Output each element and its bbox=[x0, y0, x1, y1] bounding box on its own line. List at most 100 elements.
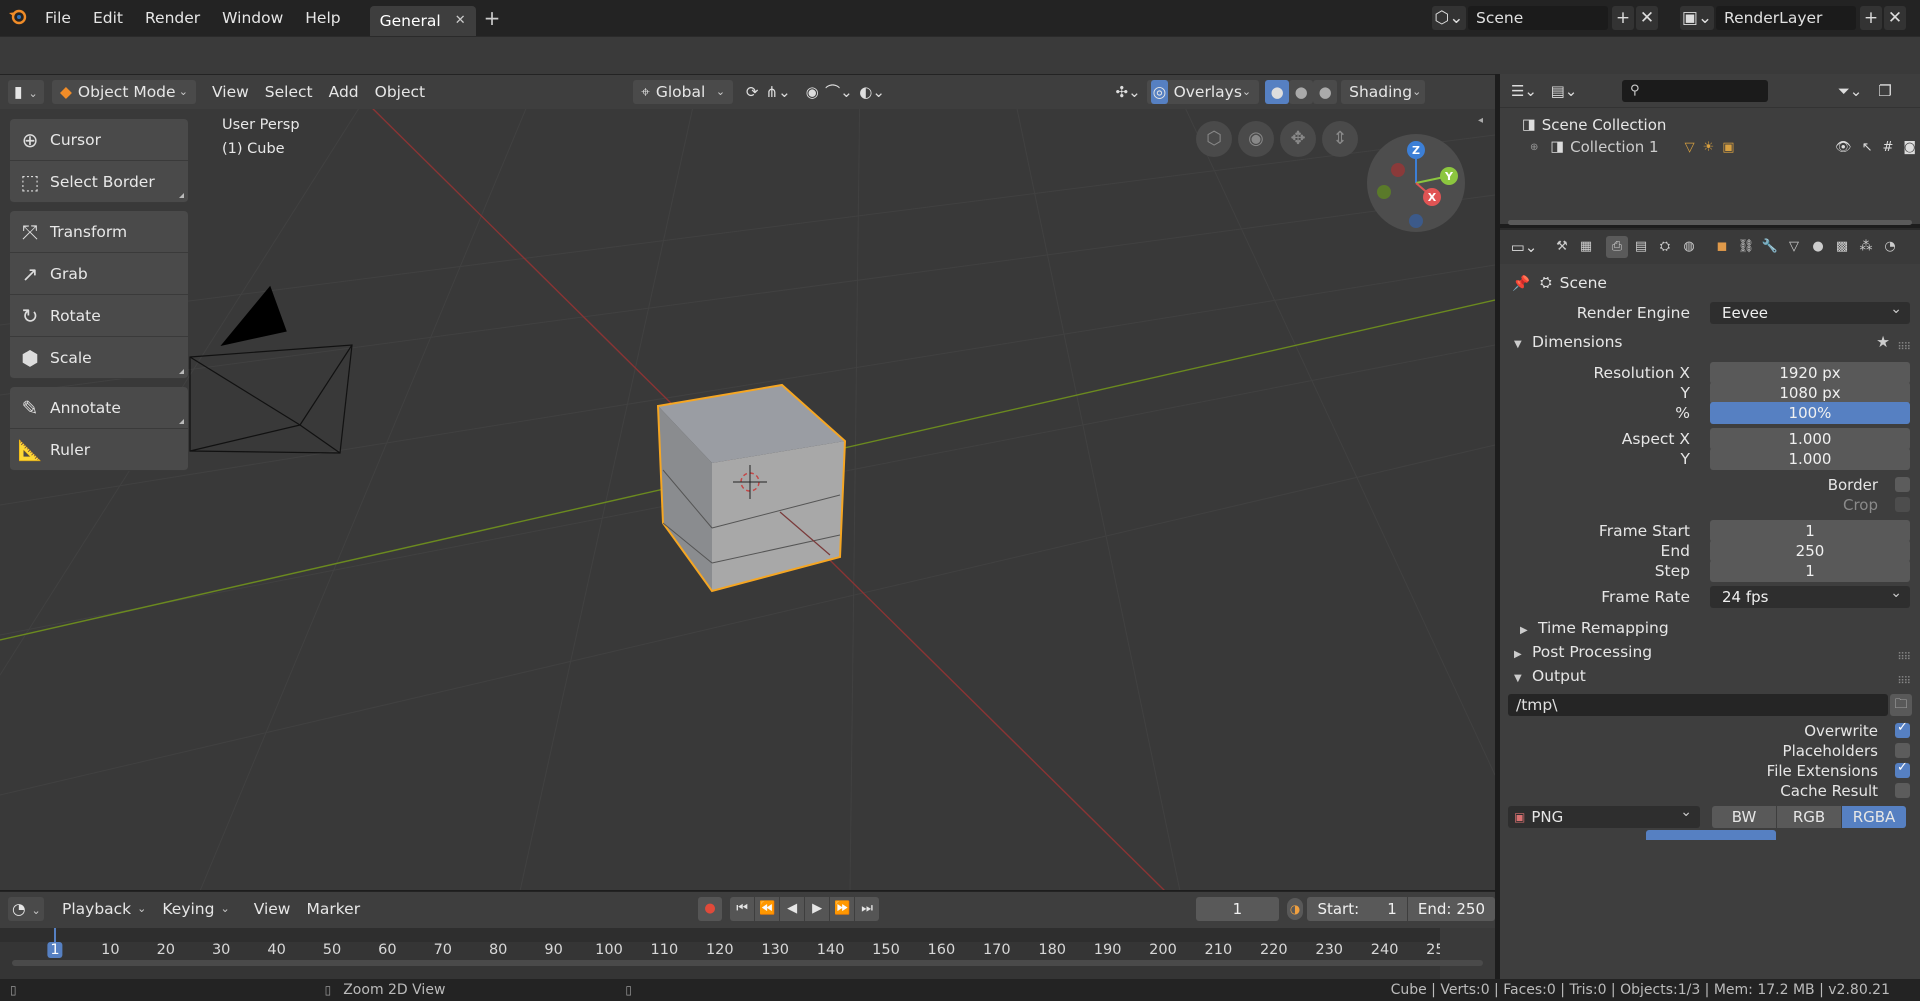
gizmo-toggle-icon[interactable]: ✣⌄ bbox=[1115, 80, 1141, 104]
add-workspace-icon[interactable]: + bbox=[484, 6, 501, 30]
data-tab-icon[interactable]: ▽ bbox=[1783, 236, 1805, 258]
output-tab-icon[interactable]: ⎙ bbox=[1606, 236, 1628, 258]
color-mode-bw[interactable]: BW bbox=[1712, 806, 1776, 828]
tool-annotate[interactable]: ✎ Annotate bbox=[10, 387, 188, 429]
play-reverse-icon[interactable]: ◀ bbox=[780, 897, 805, 921]
pan-view-icon[interactable]: ✥ bbox=[1280, 121, 1316, 157]
blender-logo-icon[interactable] bbox=[0, 7, 34, 29]
particles-tab-icon[interactable]: ⁂ bbox=[1855, 236, 1877, 258]
overwrite-checkbox[interactable] bbox=[1895, 720, 1910, 738]
rendered-shading-icon[interactable]: ● bbox=[1313, 80, 1338, 104]
menu-add[interactable]: Add bbox=[321, 80, 367, 104]
disable-viewport-icon[interactable]: # bbox=[1882, 140, 1893, 155]
presets-star-icon[interactable]: ★ bbox=[1876, 328, 1890, 356]
color-mode-rgba[interactable]: RGBA bbox=[1842, 806, 1906, 828]
dimensions-section-header[interactable]: ▼ Dimensions ★ ⠿⠿ bbox=[1500, 328, 1920, 356]
menu-object[interactable]: Object bbox=[367, 80, 433, 104]
falloff-icon[interactable]: ⌒⌄ bbox=[825, 80, 853, 104]
new-scene-icon[interactable]: + bbox=[1612, 6, 1634, 30]
outliner-scene-collection[interactable]: ◨ Scene Collection bbox=[1522, 116, 1666, 134]
drag-grip-icon[interactable]: ⠿⠿ bbox=[1897, 334, 1911, 362]
render-tab-icon[interactable]: ▦ bbox=[1575, 236, 1597, 258]
camera-view-icon[interactable]: ◉ bbox=[1238, 121, 1274, 157]
scene-tab-icon[interactable]: ⛭ bbox=[1654, 236, 1676, 258]
menu-view[interactable]: View bbox=[204, 80, 257, 104]
output-path-input[interactable]: /tmp\ bbox=[1508, 694, 1888, 716]
snap-icon[interactable]: ⋔⌄ bbox=[765, 80, 791, 104]
expand-icon[interactable]: ⊕ bbox=[1530, 142, 1538, 153]
play-icon[interactable]: ▶ bbox=[805, 897, 830, 921]
color-depth-selected[interactable] bbox=[1646, 830, 1776, 840]
menu-file[interactable]: File bbox=[34, 0, 82, 36]
ortho-toggle-icon[interactable]: ⬡ bbox=[1196, 121, 1232, 157]
shading-dropdown[interactable]: Shading ⌄ bbox=[1341, 80, 1426, 104]
file-format-dropdown[interactable]: ▣ PNG ⌄ bbox=[1508, 804, 1700, 828]
tool-rotate[interactable]: ↻ Rotate bbox=[10, 295, 188, 337]
scene-browse-icon[interactable]: ⬡⌄ bbox=[1432, 6, 1466, 30]
texture-tab-icon[interactable]: ▩ bbox=[1831, 236, 1853, 258]
outliner-search-input[interactable]: ⚲ bbox=[1622, 79, 1768, 102]
menu-edit[interactable]: Edit bbox=[82, 0, 134, 36]
filter-icon[interactable]: ⏷⌄ bbox=[1834, 79, 1866, 103]
prev-keyframe-icon[interactable]: ⏪ bbox=[755, 897, 780, 921]
resolution-percent-slider[interactable]: 100% bbox=[1710, 402, 1910, 424]
render-engine-dropdown[interactable]: Eevee bbox=[1710, 298, 1910, 324]
axis-gizmo[interactable]: Z Y X bbox=[1366, 133, 1466, 233]
border-checkbox[interactable] bbox=[1895, 477, 1910, 492]
file-extensions-checkbox[interactable] bbox=[1895, 760, 1910, 778]
tool-scale[interactable]: ⬢ Scale bbox=[10, 337, 188, 379]
placeholders-checkbox[interactable] bbox=[1895, 743, 1910, 758]
resolution-y-field[interactable]: 1080 px bbox=[1710, 382, 1910, 404]
drag-grip-icon[interactable]: ⠿⠿ bbox=[1897, 668, 1911, 696]
editor-type-dropdown[interactable]: ▮ ⌄ bbox=[8, 80, 44, 104]
close-tab-icon[interactable]: ✕ bbox=[455, 6, 466, 36]
world-tab-icon[interactable]: ◍ bbox=[1678, 236, 1700, 258]
timeline-view-menu[interactable]: View bbox=[246, 897, 299, 921]
record-icon[interactable]: ● bbox=[698, 897, 723, 921]
overlays-dropdown[interactable]: ◎ Overlays ⌄ bbox=[1147, 80, 1260, 104]
timeline-editor-type-icon[interactable]: ◔ ⌄ bbox=[8, 897, 44, 921]
jump-end-icon[interactable]: ⏭ bbox=[855, 897, 880, 921]
physics-tab-icon[interactable]: ◔ bbox=[1879, 236, 1901, 258]
menu-render[interactable]: Render bbox=[134, 0, 211, 36]
delete-render-layer-icon[interactable]: ✕ bbox=[1884, 6, 1906, 30]
constraints-tab-icon[interactable]: ⛓ bbox=[1735, 236, 1757, 258]
tool-select-border[interactable]: ⬚ Select Border bbox=[10, 161, 188, 203]
material-tab-icon[interactable]: ● bbox=[1807, 236, 1829, 258]
selectable-icon[interactable]: ↖ bbox=[1862, 140, 1873, 155]
object-tab-icon[interactable]: ◼ bbox=[1711, 236, 1733, 258]
timeline-scrollbar[interactable] bbox=[0, 958, 1495, 968]
frame-ruler[interactable]: 1 10 20 30 40 50 60 70 80 90 100 110 120 130 140 150 160… bbox=[0, 928, 1495, 980]
outliner-collection-row[interactable]: ⊕ ◨ Collection 1 ▽ ☀ ▣ 👁 ↖ # ◙ bbox=[1530, 136, 1916, 158]
properties-editor-type-icon[interactable]: ▭⌄ bbox=[1506, 235, 1542, 259]
view-layer-tab-icon[interactable]: ▤ bbox=[1630, 236, 1652, 258]
aspect-y-field[interactable]: 1.000 bbox=[1710, 448, 1910, 470]
end-frame-field[interactable]: End: 250 bbox=[1407, 897, 1496, 921]
new-collection-icon[interactable]: ❐ bbox=[1872, 79, 1898, 103]
resolution-x-field[interactable]: 1920 px bbox=[1710, 362, 1910, 384]
hide-eye-icon[interactable]: 👁 bbox=[1835, 140, 1852, 155]
frame-step-field[interactable]: 1 bbox=[1710, 560, 1910, 582]
orientation-dropdown[interactable]: ⌖ Global ⌄ bbox=[633, 80, 734, 104]
display-mode-icon[interactable]: ▤⌄ bbox=[1546, 79, 1582, 103]
new-render-layer-icon[interactable]: + bbox=[1860, 6, 1882, 30]
frame-end-field[interactable]: 250 bbox=[1710, 540, 1910, 562]
solid-shading-icon[interactable]: ● bbox=[1265, 80, 1290, 104]
color-mode-rgb[interactable]: RGB bbox=[1777, 806, 1841, 828]
lookdev-shading-icon[interactable]: ● bbox=[1289, 80, 1314, 104]
3d-viewport[interactable]: ▮ ⌄ ◆ Object Mode ⌄ View Select Add Objec… bbox=[0, 74, 1495, 890]
menu-select[interactable]: Select bbox=[257, 80, 321, 104]
cache-result-checkbox[interactable] bbox=[1895, 783, 1910, 798]
tool-transform[interactable]: ⤧ Transform bbox=[10, 211, 188, 253]
crop-checkbox[interactable] bbox=[1895, 497, 1910, 512]
visibility-icon[interactable]: ◐⌄ bbox=[859, 80, 885, 104]
disable-render-icon[interactable]: ◙ bbox=[1903, 140, 1916, 155]
render-layer-browse-icon[interactable]: ▣⌄ bbox=[1680, 6, 1714, 30]
mode-dropdown[interactable]: ◆ Object Mode ⌄ bbox=[52, 80, 196, 104]
start-frame-field[interactable]: Start: 1 bbox=[1307, 897, 1407, 921]
modifiers-tab-icon[interactable]: 🔧 bbox=[1759, 236, 1781, 258]
zoom-view-icon[interactable]: ⇕ bbox=[1322, 121, 1358, 157]
pin-icon[interactable]: 📌 bbox=[1512, 275, 1530, 292]
playhead[interactable] bbox=[54, 928, 56, 942]
next-keyframe-icon[interactable]: ⏩ bbox=[830, 897, 855, 921]
